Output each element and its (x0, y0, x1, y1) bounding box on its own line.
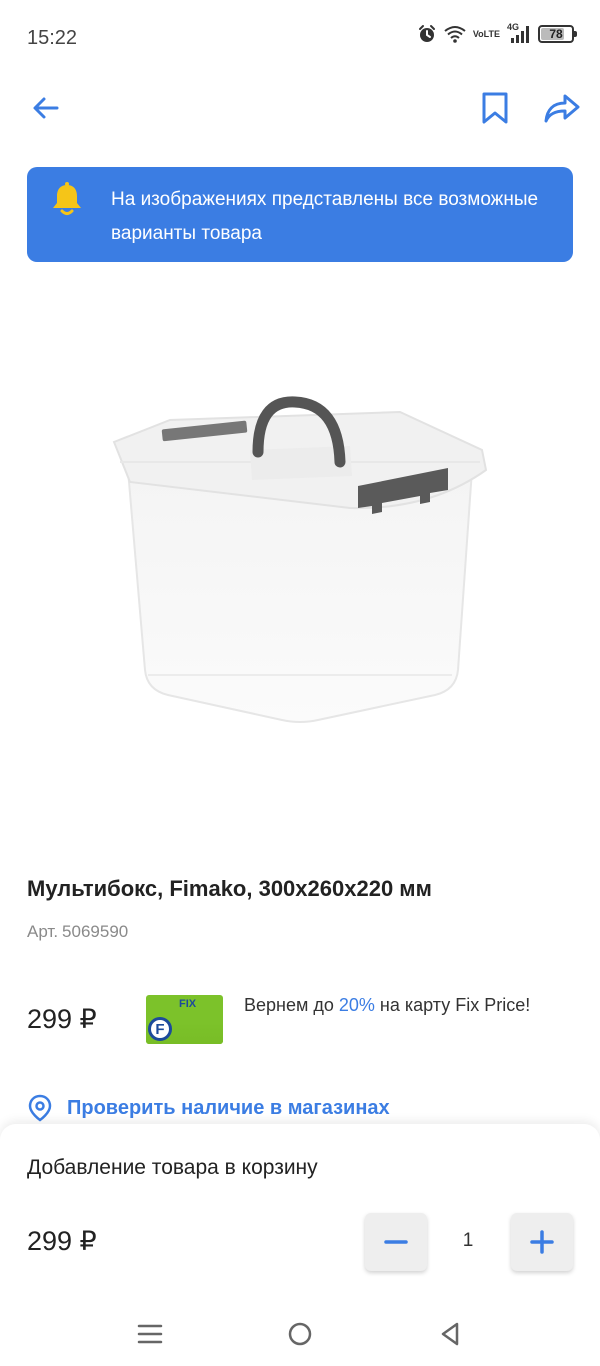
card-f-logo: F (148, 1017, 172, 1041)
sheet-title: Добавление товара в корзину (27, 1156, 318, 1179)
check-stores-label: Проверить наличие в магазинах (67, 1096, 390, 1119)
status-icons: Vo LTE 4G 78 (417, 22, 577, 44)
info-banner: На изображениях представлены все возможн… (27, 167, 573, 262)
system-back-button[interactable] (430, 1314, 470, 1354)
plus-icon (530, 1230, 554, 1254)
battery-level: 78 (549, 27, 563, 41)
system-nav-bar (0, 1300, 600, 1366)
home-button[interactable] (280, 1314, 320, 1354)
share-icon (544, 94, 580, 123)
top-nav (0, 80, 600, 136)
minus-icon (384, 1240, 408, 1244)
battery-icon: 78 (538, 25, 577, 43)
location-pin-icon (28, 1094, 52, 1122)
bookmark-icon (482, 92, 508, 124)
bell-icon (53, 182, 81, 215)
info-banner-text: На изображениях представлены все возможн… (111, 189, 539, 244)
signal-4g-icon: 4G (507, 22, 531, 44)
cashback-percent: 20% (338, 995, 375, 1015)
back-button[interactable] (18, 80, 74, 136)
volte-bottom-label: LTE (483, 28, 500, 39)
product-price: 299 ₽ (27, 1004, 97, 1034)
product-image[interactable] (100, 390, 500, 730)
increase-quantity-button[interactable] (511, 1213, 573, 1271)
article-number: 5069590 (62, 922, 129, 941)
article-label: Арт. (27, 922, 59, 941)
fixprice-card-image: FIX F (146, 995, 223, 1044)
back-arrow-icon (33, 97, 59, 119)
add-to-cart-sheet: Добавление товара в корзину 299 ₽ 1 (0, 1124, 600, 1300)
menu-icon (137, 1324, 163, 1344)
cashback-suffix: на карту Fix Price! (374, 995, 531, 1015)
wifi-icon (444, 25, 466, 43)
back-triangle-icon (441, 1322, 459, 1346)
alarm-icon (417, 24, 437, 44)
home-icon (288, 1322, 312, 1346)
cashback-prefix: Вернем до (244, 995, 339, 1015)
check-stores-link[interactable]: Проверить наличие в магазинах (27, 1094, 390, 1122)
status-bar: 15:22 Vo LTE 4G 78 (0, 0, 600, 76)
product-title: Мультибокс, Fimako, 300x260x220 мм (27, 876, 432, 901)
volte-icon: Vo LTE (472, 28, 500, 39)
share-button[interactable] (534, 80, 590, 136)
sheet-price: 299 ₽ (27, 1226, 97, 1256)
status-time: 15:22 (27, 27, 78, 49)
product-article: Арт. 5069590 (27, 922, 128, 942)
decrease-quantity-button[interactable] (365, 1213, 427, 1271)
bookmark-button[interactable] (467, 80, 523, 136)
recent-apps-button[interactable] (130, 1314, 170, 1354)
volte-top-label: Vo (472, 28, 484, 39)
quantity-value: 1 (462, 1230, 474, 1251)
cashback-text: Вернем до 20% на карту Fix Price! (244, 995, 530, 1016)
card-logo: FIX (179, 998, 197, 1010)
